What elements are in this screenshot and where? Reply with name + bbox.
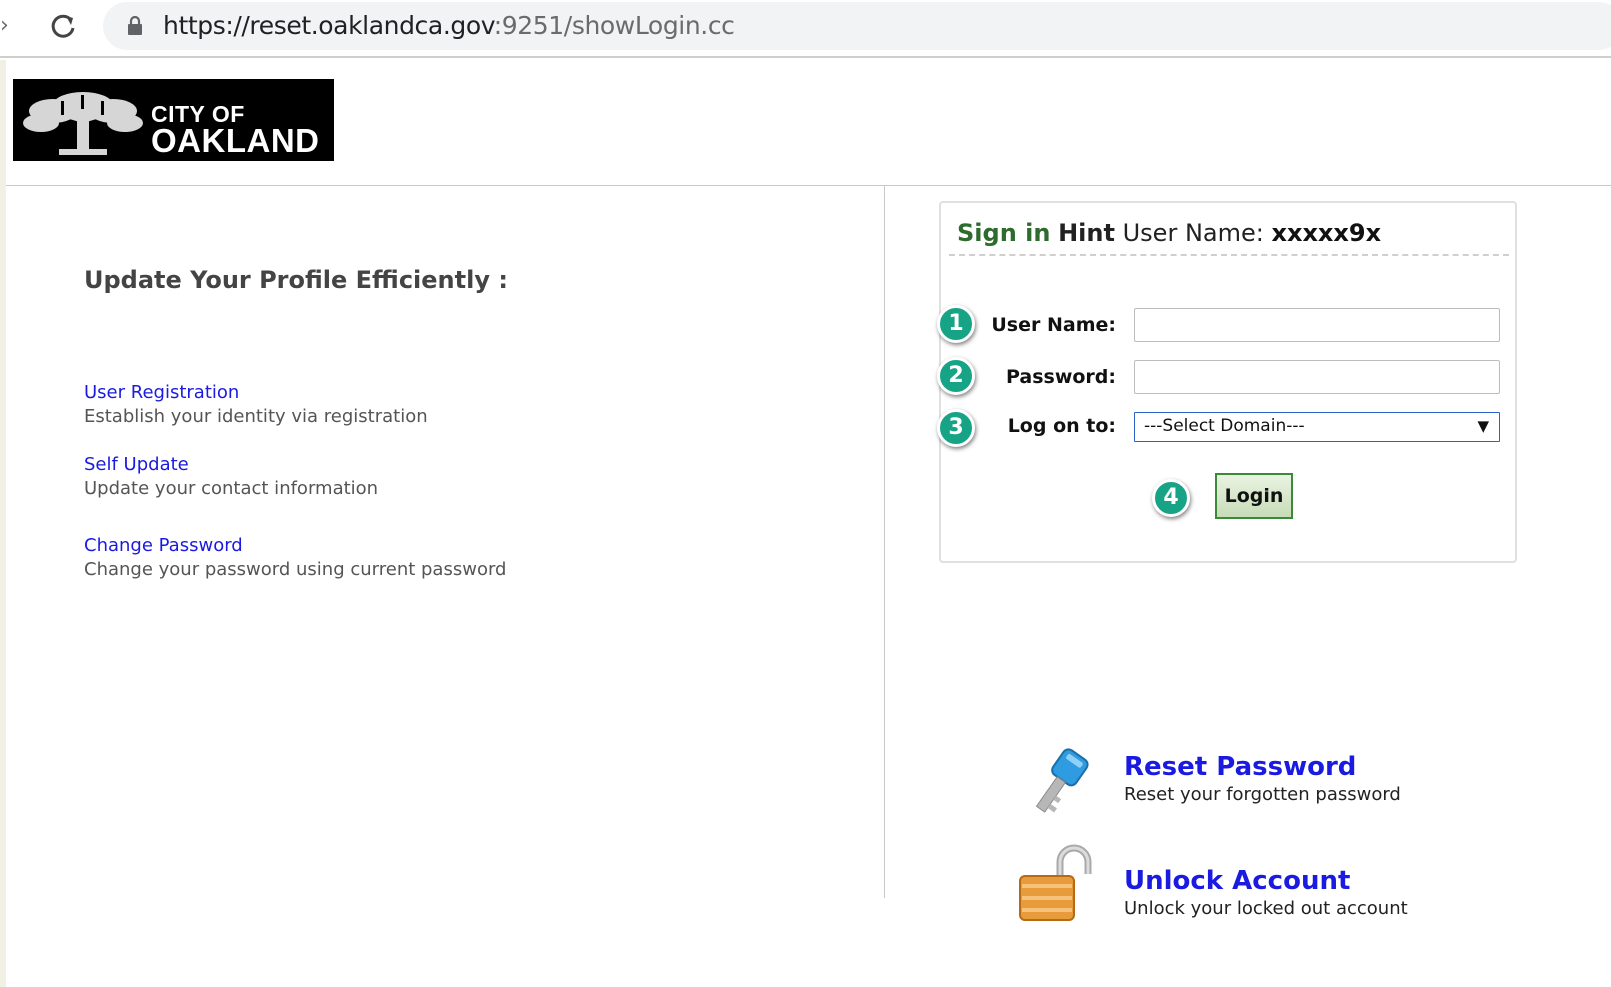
header-divider [6,185,1611,186]
padlock-icon[interactable] [1016,844,1096,924]
oak-tree-icon [23,92,143,155]
page-edge [0,60,6,987]
logo-text-oakland: OAKLAND [151,122,320,159]
domain-label: Log on to: [1007,415,1116,437]
reset-password-desc: Reset your forgotten password [1124,784,1401,805]
domain-select[interactable]: ---Select Domain--- ▼ [1134,412,1500,442]
panel-divider [949,254,1509,256]
self-update-link[interactable]: Self Update [84,453,378,477]
feature-change-password: Change Password Change your password usi… [84,534,506,582]
password-input[interactable] [1134,360,1500,394]
username-input[interactable] [1134,308,1500,342]
unlock-account-desc: Unlock your locked out account [1124,898,1408,919]
hint-username-label: User Name: [1122,219,1264,247]
login-button[interactable]: Login [1215,473,1293,519]
lock-icon [128,16,142,35]
dropdown-arrow-icon: ▼ [1477,417,1489,435]
reload-icon[interactable] [44,8,82,46]
self-update-desc: Update your contact information [84,478,379,499]
address-bar[interactable]: https://reset.oaklandca.gov:9251/showLog… [103,2,1611,50]
feature-self-update: Self Update Update your contact informat… [84,453,378,501]
domain-selected-value: ---Select Domain--- [1144,416,1305,436]
city-of-oakland-logo: CITY OF OAKLAND [13,79,334,161]
hint-label: Hint [1058,219,1115,247]
hint-username-value: xxxxx9x [1271,219,1382,247]
username-label: User Name: [991,314,1116,336]
url-path: :9251/showLogin.cc [493,11,735,40]
reset-password-link[interactable]: Reset Password [1124,752,1356,782]
profile-heading: Update Your Profile Efficiently : [84,266,508,294]
user-registration-desc: Establish your identity via registration [84,406,428,427]
url-text[interactable]: https://reset.oaklandca.gov:9251/showLog… [163,12,735,40]
url-host: https://reset.oaklandca.gov [163,11,494,40]
change-password-link[interactable]: Change Password [84,534,506,558]
back-arrow-icon[interactable]: › [0,14,14,38]
user-registration-link[interactable]: User Registration [84,381,428,405]
sign-in-hint: Sign in Hint User Name: xxxxx9x [957,219,1381,247]
browser-toolbar: › https://reset.oaklandca.gov:9251/showL… [0,0,1611,58]
change-password-desc: Change your password using current passw… [84,559,507,580]
password-label: Password: [1005,366,1116,388]
key-icon[interactable] [1022,744,1092,824]
sign-in-label: Sign in [957,219,1051,247]
unlock-account-link[interactable]: Unlock Account [1124,866,1350,896]
column-divider [884,186,885,898]
step-4-badge: 4 [1152,479,1190,517]
feature-user-registration: User Registration Establish your identit… [84,381,428,429]
